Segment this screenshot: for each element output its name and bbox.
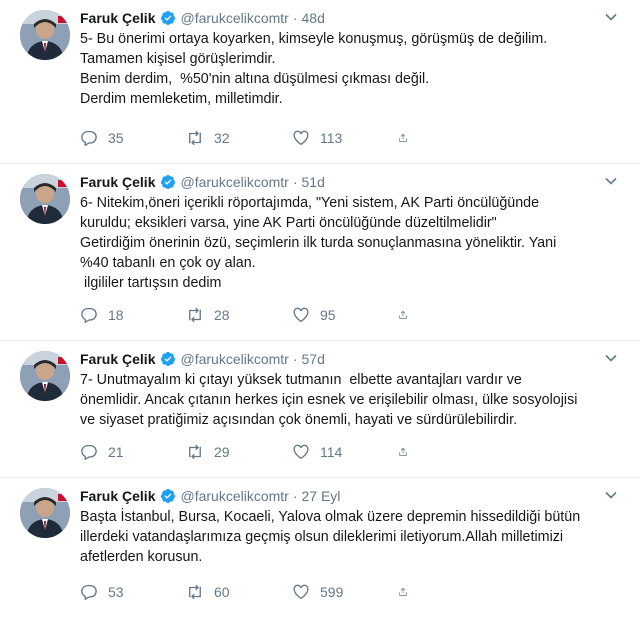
- author-handle[interactable]: @farukcelikcomtr: [180, 488, 288, 504]
- tweet[interactable]: Faruk Çelik @farukcelikcomtr · 57d 7- Un…: [0, 341, 640, 478]
- verified-badge-icon: [160, 488, 176, 504]
- tweet-actions: 53 60 599: [80, 583, 418, 601]
- tweet[interactable]: Faruk Çelik @farukcelikcomtr · 48d 5- Bu…: [0, 0, 640, 164]
- reply-count: 53: [108, 584, 124, 600]
- tweet-timestamp[interactable]: 27 Eyl: [302, 488, 341, 504]
- verified-badge-icon: [160, 351, 176, 367]
- reply-icon: [81, 130, 97, 147]
- tweet-text: 6- Nitekim,öneri içerikli röportajımda, …: [80, 195, 557, 291]
- retweet-button[interactable]: 29: [186, 443, 292, 461]
- share-icon: [399, 447, 407, 456]
- avatar[interactable]: [20, 10, 70, 60]
- share-icon: [399, 133, 407, 142]
- tweet-timestamp[interactable]: 57d: [302, 351, 325, 367]
- tweet-timeline: Faruk Çelik @farukcelikcomtr · 48d 5- Bu…: [0, 0, 640, 617]
- tweet-actions: 18 28 95: [80, 306, 418, 324]
- tweet-header: Faruk Çelik @farukcelikcomtr · 57d: [80, 349, 628, 369]
- author-handle[interactable]: @farukcelikcomtr: [180, 10, 288, 26]
- separator-dot: ·: [292, 351, 298, 367]
- verified-badge-icon: [160, 10, 176, 26]
- separator-dot: ·: [292, 10, 298, 26]
- reply-count: 21: [108, 444, 124, 460]
- tweet-text: 5- Bu önerimi ortaya koyarken, kimseyle …: [80, 31, 548, 107]
- author-handle[interactable]: @farukcelikcomtr: [180, 351, 288, 367]
- like-count: 95: [320, 307, 336, 323]
- like-button[interactable]: 95: [292, 306, 398, 324]
- avatar[interactable]: [20, 174, 70, 224]
- retweet-icon: [189, 307, 201, 323]
- share-icon: [399, 587, 407, 596]
- reply-button[interactable]: 18: [80, 306, 186, 324]
- retweet-icon: [189, 584, 201, 600]
- retweet-count: 29: [214, 444, 230, 460]
- tweet[interactable]: Faruk Çelik @farukcelikcomtr · 27 Eyl Ba…: [0, 478, 640, 617]
- retweet-button[interactable]: 60: [186, 583, 292, 601]
- tweet-text: 7- Unutmayalım ki çıtayı yüksek tutmanın…: [80, 372, 578, 428]
- separator-dot: ·: [292, 488, 298, 504]
- like-count: 113: [320, 130, 343, 146]
- reply-button[interactable]: 21: [80, 443, 186, 461]
- author-name[interactable]: Faruk Çelik: [80, 351, 155, 367]
- retweet-button[interactable]: 32: [186, 129, 292, 147]
- tweet-header: Faruk Çelik @farukcelikcomtr · 27 Eyl: [80, 486, 628, 506]
- heart-icon: [293, 444, 309, 460]
- avatar[interactable]: [20, 351, 70, 401]
- author-handle[interactable]: @farukcelikcomtr: [180, 174, 288, 190]
- retweet-count: 32: [214, 130, 230, 146]
- retweet-button[interactable]: 28: [186, 306, 292, 324]
- heart-icon: [293, 584, 309, 600]
- author-name[interactable]: Faruk Çelik: [80, 488, 155, 504]
- like-button[interactable]: 113: [292, 129, 398, 147]
- reply-button[interactable]: 35: [80, 129, 186, 147]
- retweet-icon: [189, 130, 201, 146]
- share-button[interactable]: [398, 583, 418, 601]
- tweet-actions: 21 29 114: [80, 443, 418, 461]
- like-count: 114: [320, 444, 343, 460]
- share-icon: [399, 310, 407, 319]
- chevron-down-icon[interactable]: [604, 174, 618, 188]
- author-name[interactable]: Faruk Çelik: [80, 174, 155, 190]
- chevron-down-icon[interactable]: [604, 488, 618, 502]
- heart-icon: [293, 307, 309, 323]
- retweet-count: 60: [214, 584, 230, 600]
- reply-icon: [81, 584, 97, 601]
- tweet-timestamp[interactable]: 51d: [302, 174, 325, 190]
- author-name[interactable]: Faruk Çelik: [80, 10, 155, 26]
- verified-badge-icon: [160, 174, 176, 190]
- tweet[interactable]: Faruk Çelik @farukcelikcomtr · 51d 6- Ni…: [0, 164, 640, 341]
- retweet-icon: [189, 444, 201, 460]
- reply-count: 18: [108, 307, 124, 323]
- share-button[interactable]: [398, 443, 418, 461]
- chevron-down-icon[interactable]: [604, 351, 618, 365]
- retweet-count: 28: [214, 307, 230, 323]
- tweet-actions: 35 32 113: [80, 129, 418, 147]
- separator-dot: ·: [292, 174, 298, 190]
- share-button[interactable]: [398, 129, 418, 147]
- heart-icon: [293, 130, 309, 146]
- avatar[interactable]: [20, 488, 70, 538]
- share-button[interactable]: [398, 306, 418, 324]
- tweet-timestamp[interactable]: 48d: [302, 10, 325, 26]
- like-count: 599: [320, 584, 344, 600]
- chevron-down-icon[interactable]: [604, 10, 618, 24]
- tweet-header: Faruk Çelik @farukcelikcomtr · 48d: [80, 8, 628, 28]
- reply-icon: [81, 307, 97, 324]
- tweet-header: Faruk Çelik @farukcelikcomtr · 51d: [80, 172, 628, 192]
- reply-icon: [81, 444, 97, 461]
- tweet-text: Başta İstanbul, Bursa, Kocaeli, Yalova o…: [80, 509, 581, 565]
- like-button[interactable]: 114: [292, 443, 398, 461]
- reply-button[interactable]: 53: [80, 583, 186, 601]
- reply-count: 35: [108, 130, 124, 146]
- like-button[interactable]: 599: [292, 583, 398, 601]
